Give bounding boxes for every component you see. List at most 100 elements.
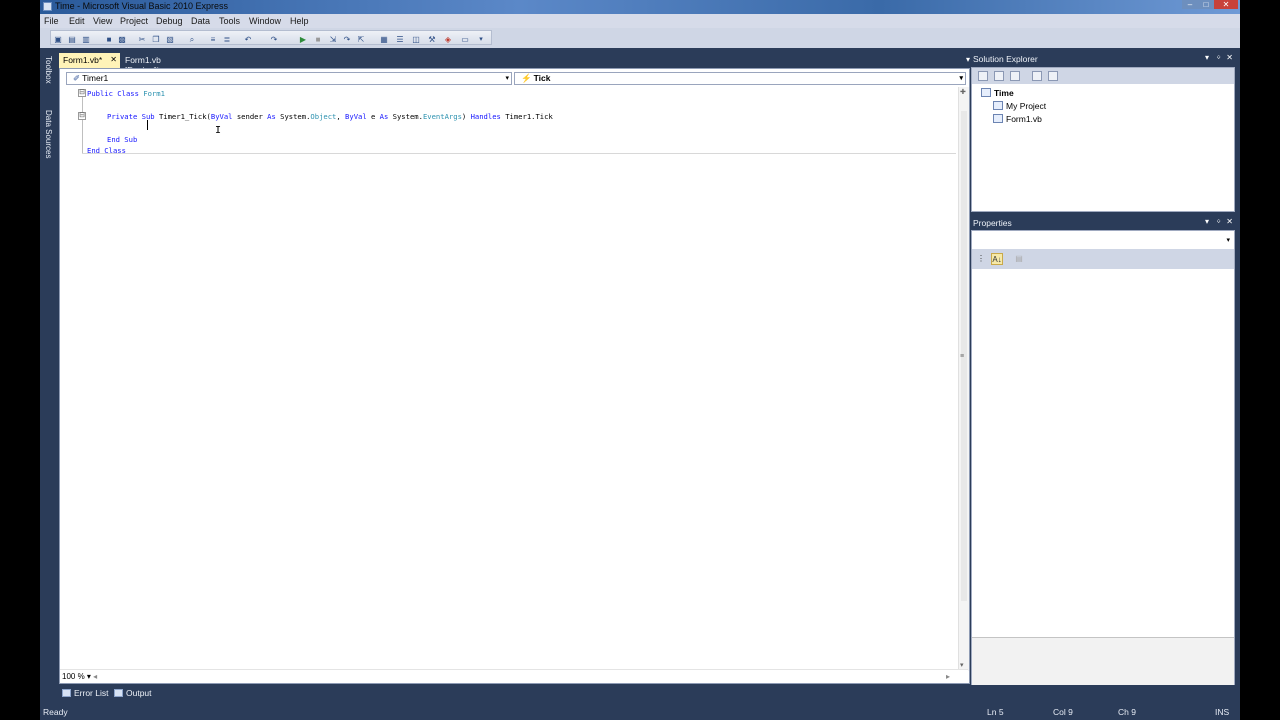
menu-help[interactable]: Help xyxy=(290,16,309,26)
window-title: Time - Microsoft Visual Basic 2010 Expre… xyxy=(55,1,229,11)
identifier: sender xyxy=(236,112,268,121)
menu-tools[interactable]: Tools xyxy=(219,16,240,26)
app-icon[interactable] xyxy=(43,2,52,11)
close-button[interactable]: ✕ xyxy=(1214,0,1238,9)
pin-icon[interactable]: ᛜ xyxy=(1216,217,1221,226)
vertical-scrollbar[interactable]: ✚ ≡ ▾ xyxy=(958,87,969,671)
panel-dropdown-icon[interactable]: ▾ xyxy=(1205,217,1209,226)
immediate-window-icon[interactable]: ▭ xyxy=(460,35,470,45)
timer-icon: ✐ xyxy=(73,73,81,83)
close-panel-icon[interactable]: ✕ xyxy=(1226,217,1233,226)
copy-icon[interactable]: ❐ xyxy=(151,35,161,45)
property-pages-icon[interactable]: ▤ xyxy=(1013,253,1025,265)
object-browser-icon[interactable]: ◫ xyxy=(411,35,421,45)
step-over-icon[interactable]: ↷ xyxy=(342,35,352,45)
data-sources-tab[interactable]: Data Sources xyxy=(41,110,53,158)
menu-view[interactable]: View xyxy=(93,16,112,26)
output-icon xyxy=(114,689,123,697)
keyword: As xyxy=(267,112,281,121)
paste-icon[interactable]: ▧ xyxy=(165,35,175,45)
class-combo-value: Timer1 xyxy=(82,73,109,83)
code-editor[interactable]: ✐ Timer1 ▾ ⚡ Tick ▾ ⊟ ⊟ Public Class Form1… xyxy=(59,68,970,684)
alphabetical-icon[interactable]: A↓ xyxy=(991,253,1003,265)
class-name-combo[interactable]: ✐ Timer1 ▾ xyxy=(66,72,512,85)
extension-manager-icon[interactable]: ◈ xyxy=(443,35,453,45)
close-panel-icon[interactable]: ✕ xyxy=(1226,53,1233,62)
view-designer-icon[interactable] xyxy=(1048,71,1058,81)
save-all-icon[interactable]: ▩ xyxy=(117,35,127,45)
object-selector-combo[interactable]: ▾ xyxy=(972,233,1234,247)
step-out-icon[interactable]: ⇱ xyxy=(356,35,366,45)
zoom-combo[interactable]: 100 % ▾ ◂ xyxy=(62,672,97,681)
text-caret xyxy=(147,120,148,130)
start-debugging-icon[interactable]: ▶ xyxy=(298,35,308,45)
new-project-icon[interactable]: ▣ xyxy=(53,35,63,45)
open-icon[interactable]: ▤ xyxy=(67,35,77,45)
menu-file[interactable]: File xyxy=(44,16,59,26)
panel-dropdown-icon[interactable]: ▾ xyxy=(1205,53,1209,62)
collapse-class-icon[interactable]: ⊟ xyxy=(78,89,86,97)
categorized-icon[interactable]: ⋮ xyxy=(975,253,987,265)
view-code-icon[interactable] xyxy=(1032,71,1042,81)
solution-explorer-panel: Time My Project Form1.vb xyxy=(971,67,1235,212)
form-file-icon xyxy=(993,114,1003,123)
undo-icon[interactable]: ↶ xyxy=(243,35,253,45)
keyword: Private Sub xyxy=(107,112,159,121)
tab-label: Form1.vb* xyxy=(63,55,103,65)
status-insert-mode: INS xyxy=(1215,707,1230,717)
menu-edit[interactable]: Edit xyxy=(69,16,85,26)
tab-form1-design[interactable]: Form1.vb [Design]* xyxy=(121,53,201,75)
chevron-down-icon: ▾ xyxy=(959,75,963,82)
stop-debugging-icon[interactable]: ■ xyxy=(313,35,323,45)
maximize-button[interactable]: □ xyxy=(1198,0,1214,9)
save-icon[interactable]: ■ xyxy=(104,35,114,45)
keyword: Public Class xyxy=(87,89,144,98)
tree-item-form1[interactable]: Form1.vb xyxy=(993,114,1042,124)
cut-icon[interactable]: ✂ xyxy=(137,35,147,45)
split-handle-icon[interactable]: ✚ xyxy=(960,88,966,96)
scroll-right-icon[interactable]: ▸ xyxy=(946,672,950,681)
code-line-5: End Sub xyxy=(107,135,138,144)
menu-project[interactable]: Project xyxy=(120,16,148,26)
chevron-down-icon: ▾ xyxy=(1226,237,1230,244)
show-all-files-icon[interactable] xyxy=(994,71,1004,81)
my-project-icon xyxy=(993,101,1003,110)
toolbox-icon[interactable]: ⚒ xyxy=(427,35,437,45)
comment-icon[interactable]: ≡ xyxy=(208,35,218,45)
tab-error-list[interactable]: Error List xyxy=(62,688,108,698)
menu-data[interactable]: Data xyxy=(191,16,210,26)
tree-item-my-project[interactable]: My Project xyxy=(993,101,1046,111)
scroll-down-icon[interactable]: ▾ xyxy=(960,661,964,669)
add-item-icon[interactable]: ▥ xyxy=(81,35,91,45)
punctuation: , xyxy=(336,112,346,121)
tab-form1-vb[interactable]: Form1.vb* ✕ xyxy=(59,53,120,68)
properties-icon[interactable]: ☰ xyxy=(395,35,405,45)
step-into-icon[interactable]: ⇲ xyxy=(328,35,338,45)
toolbar-overflow-icon[interactable]: ▾ xyxy=(476,35,486,45)
title-bar[interactable]: Time - Microsoft Visual Basic 2010 Expre… xyxy=(40,0,1240,14)
panel-title: Solution Explorer xyxy=(973,54,1038,64)
pin-icon[interactable]: ᛜ xyxy=(1216,53,1221,62)
find-icon[interactable]: ⌕ xyxy=(187,35,197,45)
properties-icon[interactable] xyxy=(978,71,988,81)
menu-window[interactable]: Window xyxy=(249,16,281,26)
collapse-sub-icon[interactable]: ⊟ xyxy=(78,112,86,120)
redo-icon[interactable]: ↷ xyxy=(269,35,279,45)
toolbox-tab[interactable]: Toolbox xyxy=(41,56,53,84)
method-name-combo[interactable]: ⚡ Tick ▾ xyxy=(514,72,966,85)
keyword: ByVal xyxy=(210,112,237,121)
vb-express-window: Time - Microsoft Visual Basic 2010 Expre… xyxy=(40,0,1240,720)
tab-overflow-icon[interactable]: ▾ xyxy=(966,55,970,64)
close-tab-icon[interactable]: ✕ xyxy=(110,55,117,64)
code-area[interactable]: ⊟ ⊟ Public Class Form1 Private Sub Timer… xyxy=(60,87,956,671)
keyword: Handles xyxy=(470,112,506,121)
tab-output[interactable]: Output xyxy=(114,688,152,698)
minimize-button[interactable]: – xyxy=(1182,0,1198,9)
method-combo-value: Tick xyxy=(533,73,551,83)
uncomment-icon[interactable]: ≣ xyxy=(222,35,232,45)
solution-explorer-icon[interactable]: ▦ xyxy=(379,35,389,45)
menu-debug[interactable]: Debug xyxy=(156,16,183,26)
scroll-left-icon[interactable]: ◂ xyxy=(93,672,97,681)
tree-item-time[interactable]: Time xyxy=(981,88,1014,98)
refresh-icon[interactable] xyxy=(1010,71,1020,81)
